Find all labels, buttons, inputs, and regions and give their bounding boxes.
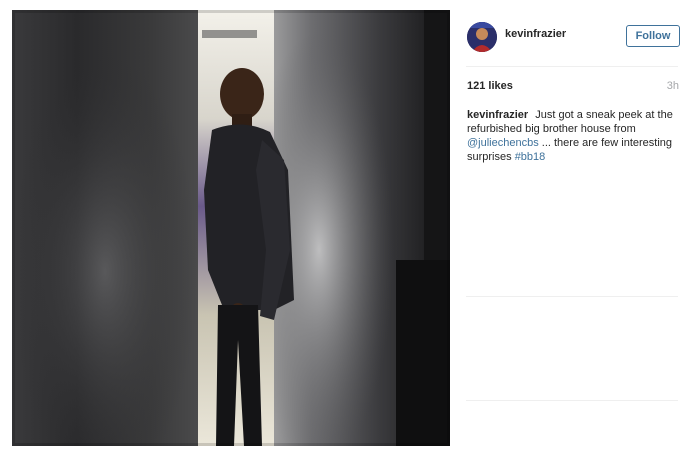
post-photo[interactable] <box>12 10 450 446</box>
username[interactable]: kevinfrazier <box>505 28 566 40</box>
caption-hashtag-link[interactable]: #bb18 <box>515 151 546 163</box>
follow-button[interactable]: Follow <box>626 25 680 47</box>
divider <box>466 296 678 297</box>
likes-count[interactable]: 121 likes <box>467 80 513 92</box>
caption-mention-link[interactable]: @juliechencbs <box>467 137 539 149</box>
instagram-post: kevinfrazier Follow 121 likes 3h kevinfr… <box>0 0 700 451</box>
divider <box>466 66 678 67</box>
divider <box>466 400 678 401</box>
post-side-panel: kevinfrazier Follow 121 likes 3h kevinfr… <box>452 10 688 446</box>
caption-username[interactable]: kevinfrazier <box>467 109 528 121</box>
post-timestamp[interactable]: 3h <box>667 80 679 92</box>
post-caption: kevinfrazier Just got a sneak peek at th… <box>467 108 679 164</box>
post-header: kevinfrazier Follow <box>452 10 688 66</box>
avatar[interactable] <box>467 22 497 52</box>
likes-row: 121 likes 3h <box>467 80 679 96</box>
